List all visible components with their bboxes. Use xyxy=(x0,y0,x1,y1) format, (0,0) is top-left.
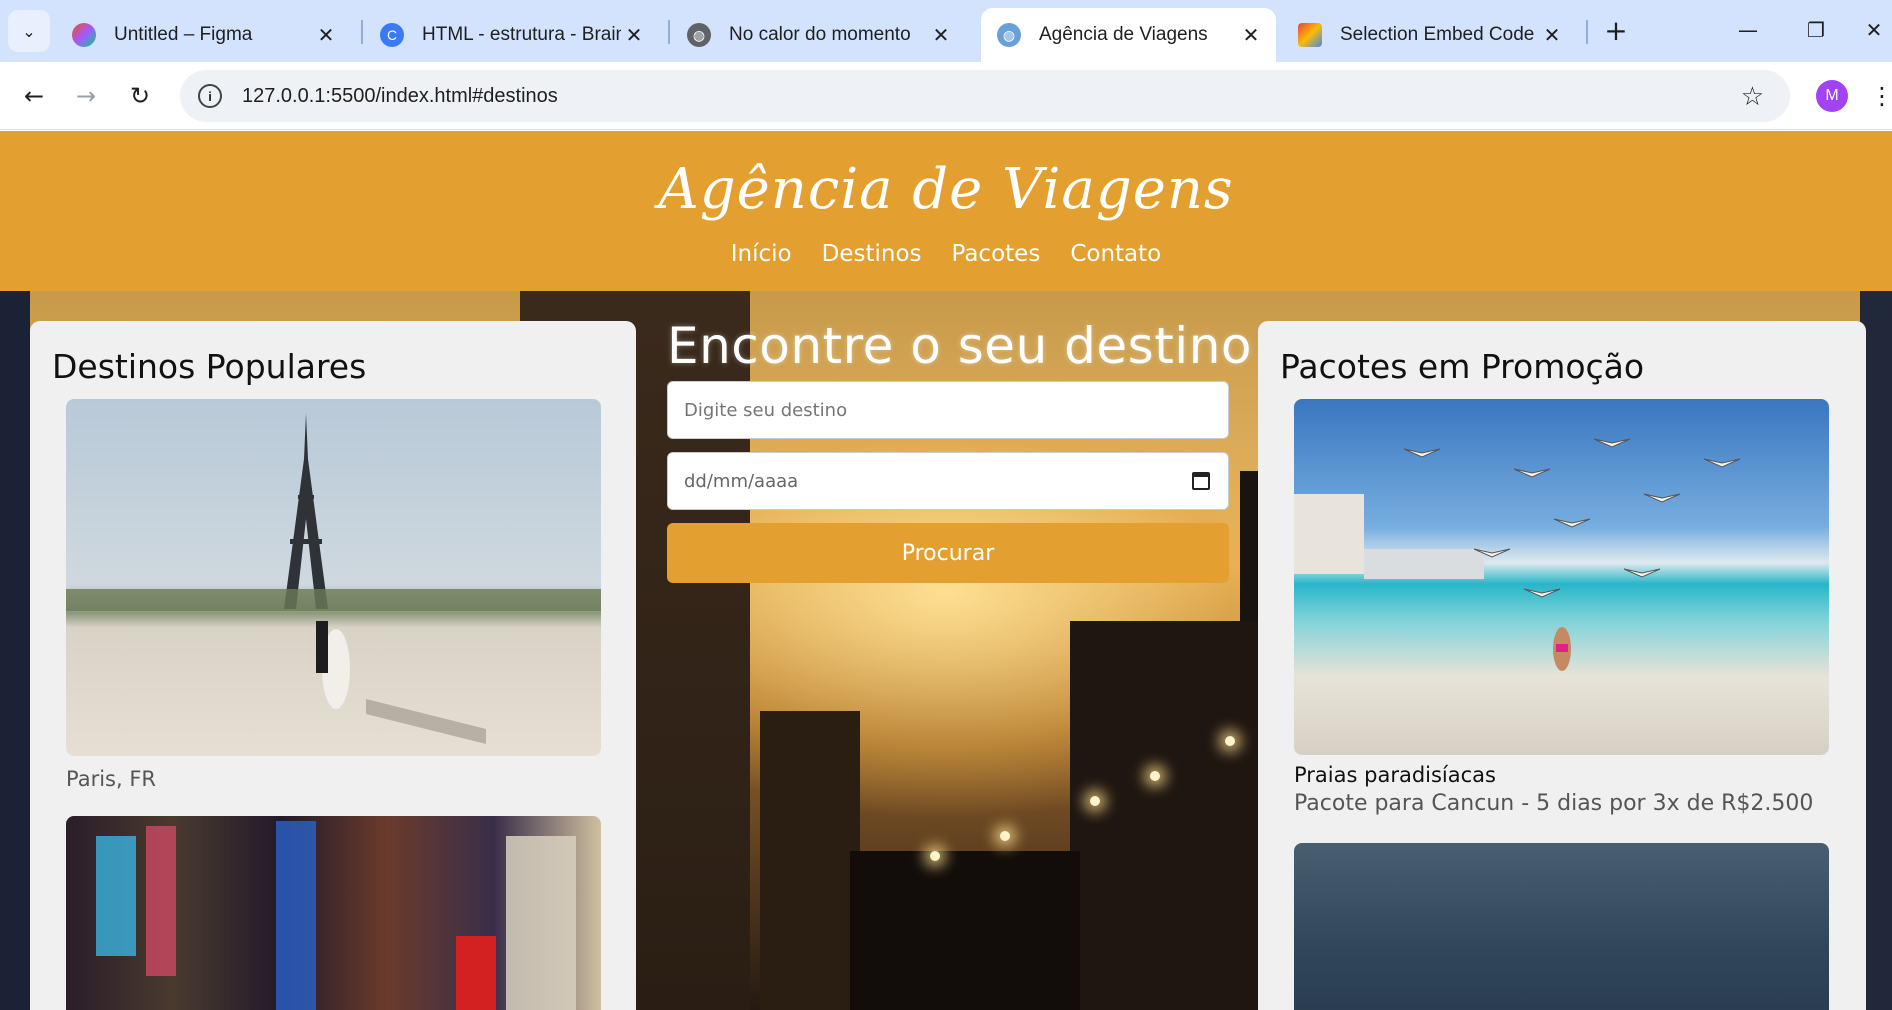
popular-destinations-panel: Destinos Populares Paris, FR xyxy=(30,321,636,1010)
plus-icon: + xyxy=(1604,13,1628,47)
minimize-button[interactable]: — xyxy=(1726,12,1770,48)
browser-menu-icon[interactable]: ⋮ xyxy=(1870,80,1892,112)
building-silhouette xyxy=(760,711,860,1010)
paris-photo[interactable] xyxy=(66,399,601,756)
close-icon[interactable]: ✕ xyxy=(928,22,954,48)
tab-agencia-viagens[interactable]: ◍ Agência de Viagens ✕ xyxy=(981,8,1276,62)
window-close-button[interactable]: ✕ xyxy=(1856,12,1892,48)
restore-icon: ❐ xyxy=(1807,18,1825,42)
close-icon[interactable]: ✕ xyxy=(313,22,339,48)
site-info-icon[interactable]: i xyxy=(198,84,222,108)
close-icon[interactable]: ✕ xyxy=(1238,22,1264,48)
tab-title: Untitled – Figma xyxy=(114,24,253,45)
new-tab-button[interactable]: + xyxy=(1598,12,1634,48)
tab-figma[interactable]: Untitled – Figma ✕ xyxy=(56,8,351,62)
nav-link-destinos[interactable]: Destinos xyxy=(822,241,922,267)
destination-input[interactable] xyxy=(667,381,1229,439)
browser-tabstrip: ⌄ Untitled – Figma ✕ C HTML - estrutura … xyxy=(0,0,1892,62)
bridge-silhouette xyxy=(850,851,1080,1010)
cancun-beach-photo[interactable] xyxy=(1294,399,1829,755)
restore-button[interactable]: ❐ xyxy=(1794,12,1838,48)
street-lamp xyxy=(1090,796,1100,806)
new-york-photo[interactable] xyxy=(66,816,601,1010)
street-lamp xyxy=(1150,771,1160,781)
reload-icon: ↻ xyxy=(129,82,151,110)
globe-icon: ◍ xyxy=(997,23,1021,47)
beach-birds-icon xyxy=(1294,438,1741,671)
eiffel-tower-icon xyxy=(66,413,601,744)
page-viewport: Agência de Viagens Início Destinos Pacot… xyxy=(0,131,1892,1010)
street-lamp xyxy=(1000,831,1010,841)
date-input[interactable]: dd/mm/aaaa xyxy=(667,452,1229,510)
promo-packages-heading: Pacotes em Promoção xyxy=(1280,347,1645,386)
globe-icon: ◍ xyxy=(687,23,711,47)
storm-sky-photo[interactable] xyxy=(1294,843,1829,1010)
calendar-icon[interactable] xyxy=(1192,472,1210,490)
close-icon: ✕ xyxy=(1865,18,1883,42)
building-silhouette xyxy=(1070,621,1270,1010)
tab-divider xyxy=(1586,20,1588,44)
tab-title: Selection Embed Code - xyxy=(1340,24,1539,45)
nav-link-inicio[interactable]: Início xyxy=(731,241,792,267)
tab-search-button[interactable]: ⌄ xyxy=(8,10,50,52)
tab-title: HTML - estrutura - Brains xyxy=(422,24,621,45)
site-header: Agência de Viagens Início Destinos Pacot… xyxy=(0,131,1892,291)
tab-brainstorm[interactable]: C HTML - estrutura - Brains ✕ xyxy=(364,8,659,62)
address-bar[interactable]: i 127.0.0.1:5500/index.html#destinos ☆ xyxy=(180,70,1790,122)
times-square-icon xyxy=(96,821,576,1010)
site-nav: Início Destinos Pacotes Contato xyxy=(0,241,1892,267)
destination-caption: Paris, FR xyxy=(66,767,157,791)
popular-destinations-heading: Destinos Populares xyxy=(52,347,367,386)
search-title: Encontre o seu destino xyxy=(667,317,1252,375)
forward-button[interactable]: → xyxy=(66,76,106,116)
brainstorm-icon: C xyxy=(380,23,404,47)
arrow-right-icon: → xyxy=(75,82,97,110)
tab-divider xyxy=(361,20,363,44)
chevron-down-icon: ⌄ xyxy=(22,21,36,41)
minimize-icon: — xyxy=(1738,18,1758,42)
tab-title: No calor do momento xyxy=(729,24,911,45)
site-title: Agência de Viagens xyxy=(658,157,1234,222)
url-text[interactable]: 127.0.0.1:5500/index.html#destinos xyxy=(242,85,1741,108)
nav-link-contato[interactable]: Contato xyxy=(1070,241,1161,267)
embed-icon xyxy=(1298,23,1322,47)
tab-divider xyxy=(668,20,670,44)
tab-selection-embed[interactable]: Selection Embed Code - ✕ xyxy=(1282,8,1577,62)
close-icon[interactable]: ✕ xyxy=(1539,22,1565,48)
package-title: Praias paradisíacas xyxy=(1294,763,1496,787)
package-description: Pacote para Cancun - 5 dias por 3x de R$… xyxy=(1294,791,1814,816)
building-silhouette xyxy=(0,291,30,1010)
back-button[interactable]: ← xyxy=(14,76,54,116)
browser-toolbar: ← → ↻ i 127.0.0.1:5500/index.html#destin… xyxy=(0,62,1892,130)
tab-no-calor[interactable]: ◍ No calor do momento ✕ xyxy=(671,8,966,62)
street-lamp xyxy=(1225,736,1235,746)
figma-icon xyxy=(72,23,96,47)
arrow-left-icon: ← xyxy=(23,82,45,110)
nav-link-pacotes[interactable]: Pacotes xyxy=(952,241,1041,267)
profile-avatar[interactable]: M xyxy=(1816,80,1848,112)
street-lamp xyxy=(930,851,940,861)
search-button[interactable]: Procurar xyxy=(667,523,1229,583)
hero-background: Destinos Populares Paris, FR Encontre o … xyxy=(0,291,1892,1010)
date-placeholder: dd/mm/aaaa xyxy=(684,470,799,492)
tab-title: Agência de Viagens xyxy=(1039,24,1208,45)
promo-packages-panel: Pacotes em Promoção Praias paradisíacas … xyxy=(1258,321,1866,1010)
reload-button[interactable]: ↻ xyxy=(120,76,160,116)
bookmark-star-icon[interactable]: ☆ xyxy=(1741,81,1764,112)
close-icon[interactable]: ✕ xyxy=(621,22,647,48)
